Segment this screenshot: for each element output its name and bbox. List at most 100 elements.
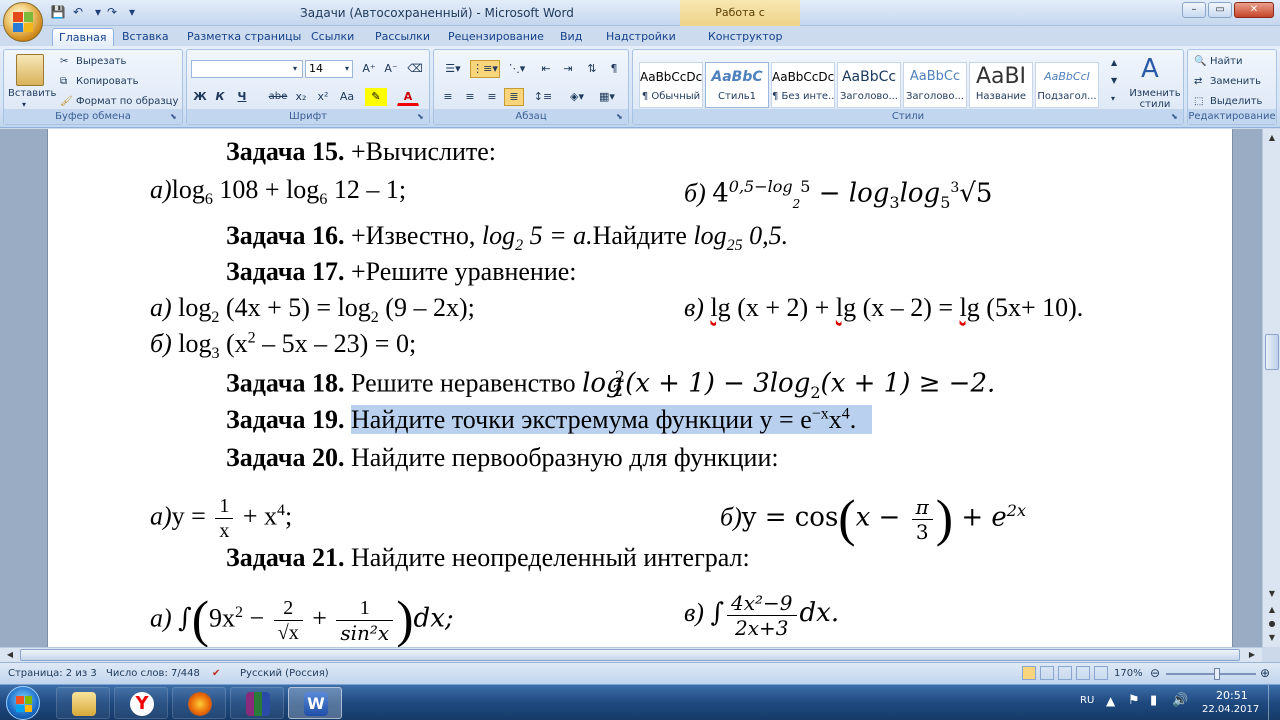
document-page[interactable]: Задача 15. +Вычислите: а)log6 108 + log6… [47, 129, 1233, 647]
paste-button[interactable]: Вставить [8, 88, 56, 99]
zoom-level[interactable]: 170% [1114, 668, 1143, 679]
scroll-up-icon[interactable]: ▲ [1264, 131, 1280, 145]
minimize-button[interactable]: – [1182, 2, 1206, 18]
bullets-icon[interactable]: ☰▾ [438, 60, 468, 78]
next-page-icon[interactable]: ▼ [1264, 631, 1280, 645]
taskbar-explorer[interactable] [56, 687, 110, 719]
clock-time[interactable]: 20:51 [1216, 689, 1248, 702]
show-desktop-button[interactable] [1268, 685, 1280, 720]
shading-icon[interactable]: ◈▾ [564, 88, 590, 106]
format-painter-button[interactable]: Формат по образцу [76, 96, 178, 107]
font-size-dropdown-icon[interactable]: ▾ [345, 64, 349, 73]
volume-icon[interactable]: 🔊 [1172, 693, 1188, 708]
zoom-slider[interactable] [1166, 673, 1256, 675]
copy-icon[interactable]: ⧉ [60, 76, 67, 87]
decrease-indent-icon[interactable]: ⇤ [536, 60, 556, 78]
taskbar-yandex[interactable]: Y [114, 687, 168, 719]
line-spacing-icon[interactable]: ↕≡ [530, 88, 556, 106]
borders-icon[interactable]: ▦▾ [594, 88, 620, 106]
styles-more-icon[interactable]: ▾ [1111, 94, 1115, 103]
align-center-icon[interactable]: ≡ [460, 88, 480, 106]
replace-button[interactable]: Заменить [1210, 76, 1261, 87]
justify-icon[interactable]: ≣ [504, 88, 524, 106]
shrink-font-button[interactable]: A⁻ [381, 60, 401, 78]
align-left-icon[interactable]: ≡ [438, 88, 458, 106]
flag-icon[interactable]: ⚑ [1128, 693, 1140, 708]
tab-insert[interactable]: Вставка [122, 28, 169, 46]
replace-icon[interactable]: ⇄ [1194, 76, 1202, 87]
show-hidden-icons-icon[interactable]: ▲ [1106, 694, 1115, 708]
change-styles-icon[interactable]: A [1141, 54, 1159, 84]
paste-icon[interactable] [16, 54, 44, 86]
format-painter-icon[interactable]: 🖌 [60, 96, 73, 107]
zoom-in-icon[interactable]: ⊕ [1260, 666, 1270, 680]
numbering-icon[interactable]: ⋮≡▾ [470, 60, 500, 78]
horizontal-scroll-thumb[interactable] [20, 649, 1240, 661]
web-layout-icon[interactable] [1058, 666, 1072, 680]
selected-text[interactable]: Найдите точки экстремума функции y = e−x… [351, 405, 873, 434]
styles-launcher-icon[interactable]: ⬊ [1171, 112, 1181, 122]
taskbar-word[interactable]: W [288, 687, 342, 719]
tab-home[interactable]: Главная [52, 28, 114, 46]
print-layout-icon[interactable] [1022, 666, 1036, 680]
grow-font-button[interactable]: A⁺ [359, 60, 379, 78]
styles-scroll-down-icon[interactable]: ▼ [1111, 76, 1117, 85]
scroll-down-icon[interactable]: ▼ [1264, 587, 1280, 601]
restore-button[interactable]: ▭ [1208, 2, 1232, 18]
clock-date[interactable]: 22.04.2017 [1202, 704, 1259, 715]
style-1[interactable]: AaBbC Стиль1 [705, 62, 769, 108]
change-case-button[interactable]: Aa [335, 88, 359, 106]
sort-icon[interactable]: ⇅ [582, 60, 602, 78]
font-color-button[interactable]: A [397, 88, 419, 106]
taskbar-firefox[interactable] [172, 687, 226, 719]
find-button[interactable]: Найти [1210, 56, 1242, 67]
select-icon[interactable]: ⬚ [1194, 96, 1203, 107]
vertical-scrollbar[interactable]: ▲ ▼ ▲ ● ▼ [1262, 129, 1280, 647]
input-language[interactable]: RU [1080, 695, 1094, 706]
tab-review[interactable]: Рецензирование [448, 28, 544, 46]
prev-page-icon[interactable]: ▲ [1264, 603, 1280, 617]
network-icon[interactable]: ▮ [1150, 693, 1157, 708]
highlight-icon[interactable]: ✎ [365, 88, 387, 106]
taskbar-winrar[interactable] [230, 687, 284, 719]
outline-icon[interactable] [1076, 666, 1090, 680]
tab-page-layout[interactable]: Разметка страницы [187, 28, 301, 46]
clipboard-launcher-icon[interactable]: ⬊ [170, 112, 180, 122]
style-heading-1[interactable]: AaBbCc Заголово... [837, 62, 901, 108]
font-launcher-icon[interactable]: ⬊ [417, 112, 427, 122]
save-icon[interactable]: 💾 [50, 4, 66, 20]
scroll-left-icon[interactable]: ◀ [2, 648, 18, 662]
horizontal-scrollbar[interactable]: ◀ ▶ [0, 647, 1262, 662]
superscript-button[interactable]: x² [313, 88, 333, 106]
underline-button[interactable]: Ч [233, 88, 251, 106]
cut-button[interactable]: Вырезать [76, 56, 126, 67]
font-name-box[interactable] [191, 60, 303, 78]
full-screen-icon[interactable] [1040, 666, 1054, 680]
tab-design[interactable]: Конструктор [708, 28, 782, 46]
tab-addins[interactable]: Надстройки [606, 28, 676, 46]
clear-format-icon[interactable]: ⌫ [405, 60, 425, 78]
qat-customize-icon[interactable]: ▾ [124, 4, 140, 20]
tab-mailings[interactable]: Рассылки [375, 28, 430, 46]
zoom-out-icon[interactable]: ⊖ [1150, 666, 1160, 680]
paragraph-launcher-icon[interactable]: ⬊ [616, 112, 626, 122]
scroll-right-icon[interactable]: ▶ [1244, 648, 1260, 662]
style-heading-2[interactable]: AaBbCc Заголово... [903, 62, 967, 108]
office-button[interactable] [3, 2, 43, 42]
change-styles-button[interactable]: Изменить стили [1129, 88, 1181, 110]
paste-dropdown-icon[interactable]: ▾ [22, 100, 26, 109]
page-count[interactable]: Страница: 2 из 3 [8, 668, 97, 679]
style-normal[interactable]: AaBbCcDc ¶ Обычный [639, 62, 703, 108]
subscript-button[interactable]: x₂ [291, 88, 311, 106]
undo-icon[interactable]: ↶ [70, 4, 86, 20]
style-subtitle[interactable]: AaBbCcI Подзагол... [1035, 62, 1099, 108]
font-name-dropdown-icon[interactable]: ▾ [293, 64, 297, 73]
tab-references[interactable]: Ссылки [311, 28, 354, 46]
vertical-scroll-thumb[interactable] [1265, 334, 1279, 370]
draft-icon[interactable] [1094, 666, 1108, 680]
style-no-spacing[interactable]: AaBbCcDc ¶ Без инте... [771, 62, 835, 108]
close-button[interactable]: ✕ [1234, 2, 1274, 18]
language-indicator[interactable]: Русский (Россия) [240, 668, 329, 679]
show-marks-icon[interactable]: ¶ [604, 60, 624, 78]
increase-indent-icon[interactable]: ⇥ [558, 60, 578, 78]
